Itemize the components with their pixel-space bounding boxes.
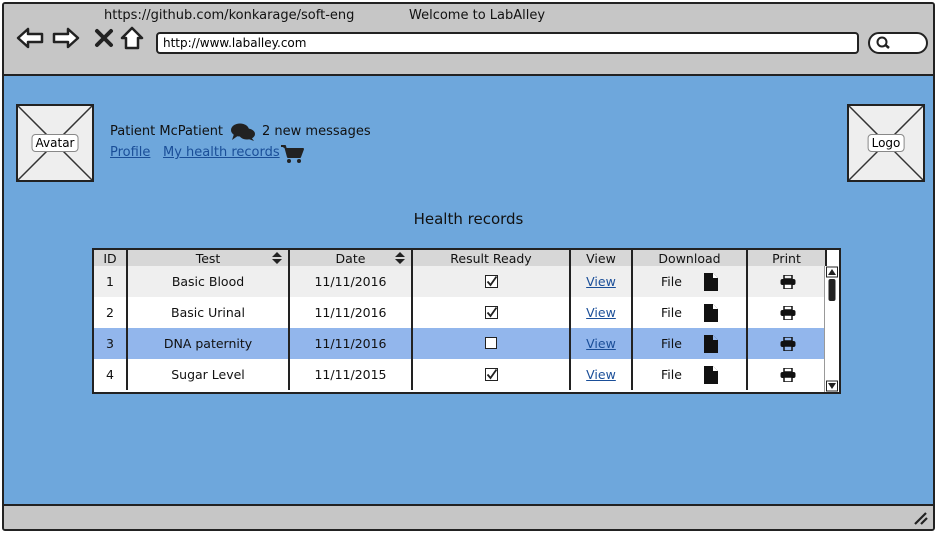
logo: Logo (847, 104, 925, 182)
sort-icon[interactable] (272, 252, 282, 264)
print-icon[interactable] (780, 367, 796, 382)
view-link-text[interactable]: View (586, 305, 616, 320)
print-button[interactable] (748, 266, 827, 297)
top-url: https://github.com/konkarage/soft-eng (104, 8, 355, 23)
row-test: DNA paternity (128, 328, 290, 359)
messages-count[interactable]: 2 new messages (262, 124, 371, 139)
col-date-label: Date (335, 250, 366, 266)
row-id: 3 (94, 328, 128, 359)
table-row[interactable]: 1 Basic Blood 11/11/2016 View File (94, 266, 827, 297)
col-result-ready: Result Ready (413, 250, 571, 266)
row-test: Basic Urinal (128, 297, 290, 328)
avatar-label: Avatar (31, 134, 79, 152)
result-ready-checkbox[interactable] (413, 328, 571, 359)
address-bar[interactable]: http://www.laballey.com (156, 32, 859, 54)
col-test[interactable]: Test (128, 250, 290, 266)
row-date: 11/11/2016 (290, 297, 413, 328)
window-title: Welcome to LabAlley (409, 8, 546, 23)
result-ready-checkbox[interactable] (413, 359, 571, 390)
result-ready-checkbox[interactable] (413, 297, 571, 328)
avatar[interactable]: Avatar (16, 104, 94, 182)
page-title: Health records (413, 210, 524, 228)
chat-bubbles-icon[interactable] (230, 122, 256, 146)
row-id: 1 (94, 266, 128, 297)
view-link[interactable]: View (571, 297, 633, 328)
col-date[interactable]: Date (290, 250, 413, 266)
browser-window: https://github.com/konkarage/soft-eng We… (2, 2, 935, 531)
back-arrow-icon[interactable] (16, 24, 44, 52)
profile-link[interactable]: Profile (110, 145, 150, 160)
view-link-text[interactable]: View (586, 336, 616, 351)
download-file[interactable]: File (633, 328, 748, 359)
print-button[interactable] (748, 297, 827, 328)
download-file[interactable]: File (633, 359, 748, 390)
home-icon[interactable] (118, 24, 146, 52)
table-row-selected[interactable]: 3 DNA paternity 11/11/2016 View File (94, 328, 827, 359)
resize-grip-icon[interactable] (913, 511, 929, 525)
status-bar (4, 504, 933, 529)
view-link[interactable]: View (571, 328, 633, 359)
row-date: 11/11/2016 (290, 266, 413, 297)
sort-icon[interactable] (395, 252, 405, 264)
print-button[interactable] (748, 359, 827, 390)
view-link-text[interactable]: View (586, 274, 616, 289)
print-icon[interactable] (780, 274, 796, 289)
logo-label: Logo (867, 134, 905, 152)
col-view: View (571, 250, 633, 266)
download-label: File (661, 336, 682, 351)
forward-arrow-icon[interactable] (52, 24, 80, 52)
row-id: 2 (94, 297, 128, 328)
print-button[interactable] (748, 328, 827, 359)
print-icon[interactable] (780, 336, 796, 351)
col-download: Download (633, 250, 748, 266)
table-row[interactable]: 4 Sugar Level 11/11/2015 View File (94, 359, 827, 390)
col-id: ID (94, 250, 128, 266)
row-test: Basic Blood (128, 266, 290, 297)
file-icon[interactable] (703, 303, 718, 322)
close-icon[interactable] (90, 24, 118, 52)
row-id: 4 (94, 359, 128, 390)
download-label: File (661, 367, 682, 382)
col-print: Print (748, 250, 827, 266)
search-box[interactable] (868, 32, 928, 54)
print-icon[interactable] (780, 305, 796, 320)
vertical-scrollbar[interactable] (824, 266, 839, 392)
file-icon[interactable] (703, 334, 718, 353)
browser-chrome: https://github.com/konkarage/soft-eng We… (4, 4, 933, 76)
view-link[interactable]: View (571, 266, 633, 297)
row-test: Sugar Level (128, 359, 290, 390)
view-link[interactable]: View (571, 359, 633, 390)
health-records-table: ID Test Date Result Ready View Download … (92, 248, 841, 394)
cart-icon[interactable] (280, 144, 304, 168)
row-date: 11/11/2015 (290, 359, 413, 390)
user-name: Patient McPatient (110, 124, 224, 139)
download-label: File (661, 274, 682, 289)
download-label: File (661, 305, 682, 320)
table-header: ID Test Date Result Ready View Download … (94, 250, 827, 266)
table-row[interactable]: 2 Basic Urinal 11/11/2016 View File (94, 297, 827, 328)
download-file[interactable]: File (633, 266, 748, 297)
col-test-label: Test (195, 250, 221, 266)
page-content: Avatar Patient McPatient 2 new messages … (4, 76, 933, 508)
health-records-link[interactable]: My health records (163, 145, 280, 160)
row-date: 11/11/2016 (290, 328, 413, 359)
search-icon (876, 36, 890, 49)
view-link-text[interactable]: View (586, 367, 616, 382)
file-icon[interactable] (703, 365, 718, 384)
result-ready-checkbox[interactable] (413, 266, 571, 297)
file-icon[interactable] (703, 272, 718, 291)
download-file[interactable]: File (633, 297, 748, 328)
